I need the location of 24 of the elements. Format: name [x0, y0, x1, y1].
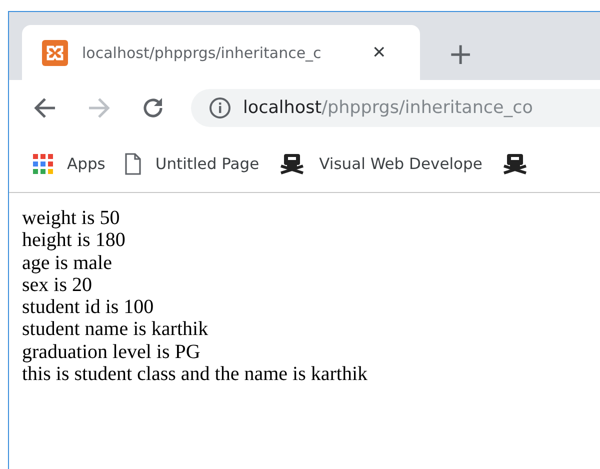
address-bar[interactable]: localhost/phpprgs/inheritance_co: [191, 89, 600, 127]
reload-icon[interactable]: [141, 96, 165, 120]
output-line: height is 180: [22, 229, 126, 252]
tab-title: localhost/phpprgs/inheritance_c: [82, 44, 322, 62]
browser-tab[interactable]: localhost/phpprgs/inheritance_c ✕: [22, 25, 420, 80]
output-line: student id is 100: [22, 296, 154, 318]
skull-icon[interactable]: [279, 153, 306, 175]
app-logo-icon: [42, 40, 68, 66]
info-icon: [209, 97, 231, 119]
output-line: this is student class and the name is karthik: [22, 363, 368, 386]
skull-icon[interactable]: [502, 153, 528, 175]
output-line: age is male: [22, 252, 112, 274]
output-line: weight is 50: [22, 207, 120, 230]
close-tab-button[interactable]: ✕: [372, 42, 386, 62]
page-icon[interactable]: [125, 153, 142, 175]
output-line: graduation level is PG: [22, 340, 200, 364]
bookmark-label[interactable]: Visual Web Develope: [319, 155, 482, 173]
new-tab-button[interactable]: +: [448, 40, 474, 70]
bookmark-label[interactable]: Apps: [67, 155, 106, 173]
output-line: sex is 20: [22, 274, 92, 296]
bookmark-label[interactable]: Untitled Page: [155, 155, 260, 173]
back-icon[interactable]: [33, 97, 57, 119]
apps-grid-icon[interactable]: [33, 154, 53, 174]
output-line: student name is karthik: [22, 318, 208, 341]
